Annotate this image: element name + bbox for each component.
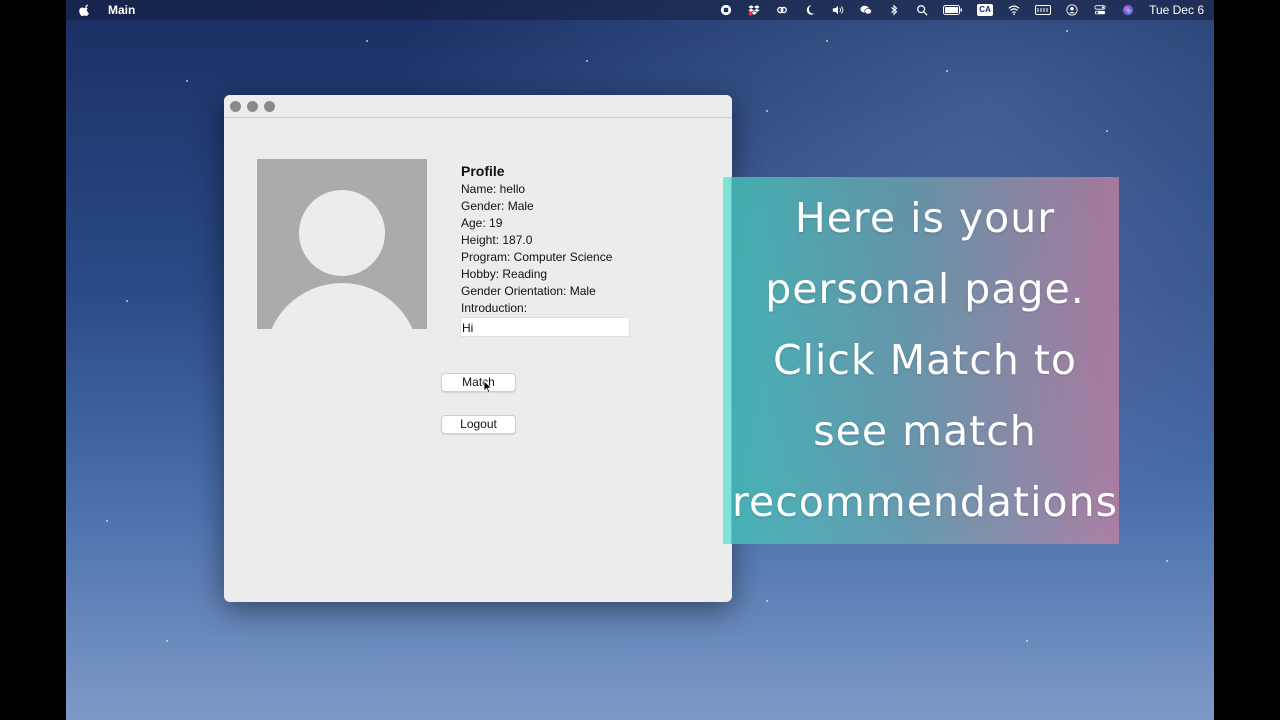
keyboard-icon[interactable] [1035,4,1052,16]
introduction-label: Introduction: [461,301,528,315]
logout-button[interactable]: Logout [441,415,516,434]
bluetooth-icon[interactable] [887,4,901,16]
moon-icon[interactable] [803,4,817,16]
tutorial-caption-overlay: Here is your personal page. Click Match … [723,177,1119,544]
avatar-placeholder-icon [257,159,427,329]
profile-title: Profile [461,163,505,179]
profile-details: Profile Name: hello Gender: Male Age: 19… [461,163,612,317]
keyboard-layout-label: CA [977,4,993,16]
profile-hobby: Hobby: Reading [461,267,548,281]
control-center-icon[interactable] [1093,4,1107,16]
volume-icon[interactable] [831,4,845,16]
profile-age: Age: 19 [461,216,503,230]
apple-icon[interactable] [78,3,92,17]
user-icon[interactable] [1065,4,1079,16]
siri-icon[interactable] [1121,4,1135,16]
stop-recording-icon[interactable] [719,4,733,16]
keyboard-layout-icon[interactable]: CA [977,4,993,16]
wifi-icon[interactable] [1007,4,1021,16]
profile-height: Height: 187.0 [461,233,533,247]
main-window: Profile Name: hello Gender: Male Age: 19… [224,95,732,602]
introduction-field[interactable]: Hi [460,317,630,337]
profile-gender: Gender: Male [461,199,534,213]
caption-line-5: recommendations [732,478,1118,526]
profile-orientation: Gender Orientation: Male [461,284,596,298]
dropbox-icon[interactable] [747,4,761,16]
close-window-button[interactable] [230,100,241,112]
menu-bar: Main CA Tue Dec 6 [66,0,1214,20]
mouse-cursor-icon [483,380,493,394]
window-titlebar[interactable] [224,95,732,118]
zoom-window-button[interactable] [264,100,275,112]
caption-line-2: personal page. [765,265,1085,313]
caption-text: Here is your personal page. Click Match … [732,183,1118,538]
creative-cloud-icon[interactable] [775,4,789,16]
match-button[interactable]: Match [441,373,516,392]
wechat-icon[interactable] [859,4,873,16]
search-icon[interactable] [915,4,929,16]
caption-line-4: see match [813,407,1037,455]
battery-icon[interactable] [943,4,963,16]
caption-line-3: Click Match to [772,336,1077,384]
minimize-window-button[interactable] [247,100,258,112]
app-name-menu[interactable]: Main [108,3,135,17]
caption-line-1: Here is your [794,194,1056,242]
profile-program: Program: Computer Science [461,250,613,264]
profile-name: Name: hello [461,182,526,196]
menubar-clock[interactable]: Tue Dec 6 [1149,3,1204,17]
